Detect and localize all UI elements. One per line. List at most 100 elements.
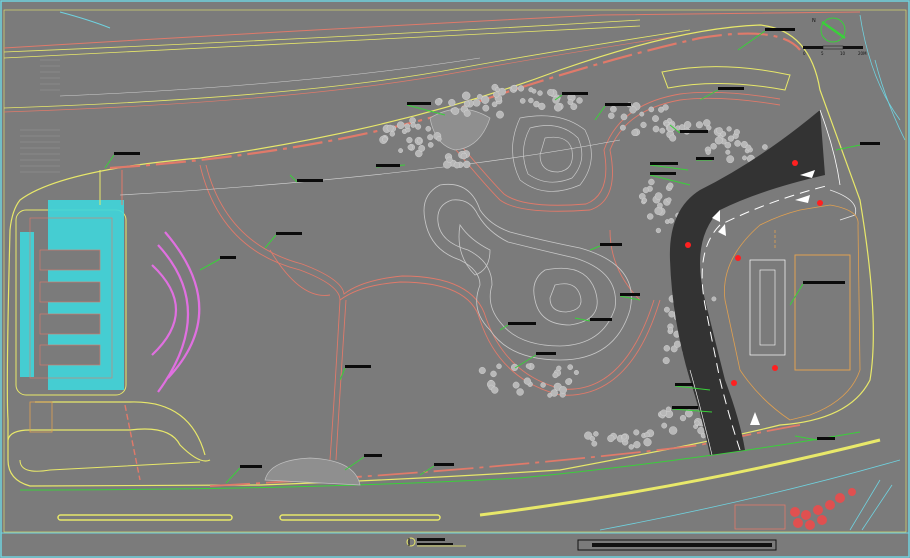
leader-line <box>594 105 606 121</box>
pond <box>423 183 632 361</box>
tree-canopy <box>664 306 670 313</box>
leader-line <box>589 245 601 251</box>
tree-canopy <box>726 126 732 132</box>
tree-canopy <box>620 124 626 131</box>
tree-canopy <box>493 91 500 98</box>
leader-line <box>406 104 446 116</box>
tree-canopy <box>665 406 672 412</box>
tree-canopy <box>668 426 678 435</box>
tree-canopy <box>661 422 668 429</box>
tree-canopy <box>710 143 717 150</box>
tree-canopy <box>648 178 655 186</box>
tree-canopy <box>427 134 434 141</box>
label-bar <box>345 365 371 368</box>
tree-canopy <box>667 327 673 333</box>
tree-canopy <box>427 142 434 148</box>
tree-canopy <box>674 340 682 348</box>
bottom-left-plaza <box>7 401 211 481</box>
site-plan-svg: N 0 5 10 20M <box>0 0 910 558</box>
tree-canopy <box>608 112 615 120</box>
leader-line <box>789 283 804 306</box>
label-bar <box>765 28 795 31</box>
tree-canopy <box>725 149 731 155</box>
tree-canopy <box>463 160 471 169</box>
label-bar <box>590 318 612 321</box>
top-right-curve <box>859 14 901 121</box>
tree-canopy <box>659 127 666 134</box>
tree-canopy <box>517 85 525 92</box>
tree-canopy <box>706 125 712 131</box>
magenta-arcs <box>151 231 201 393</box>
drawing-frame <box>0 0 910 558</box>
leader-line <box>835 144 861 151</box>
tree-canopy <box>559 386 567 394</box>
label-bar <box>817 437 835 440</box>
top-street-line-2 <box>3 19 641 53</box>
tree-canopy <box>463 109 471 117</box>
tree-canopy <box>434 98 442 106</box>
tree-canopy <box>631 129 639 137</box>
tree-canopy <box>695 121 703 129</box>
mid-street-line-2 <box>3 33 691 113</box>
tree-canopy <box>640 121 647 129</box>
label-bar <box>675 383 693 386</box>
label-bar <box>114 152 140 155</box>
tree-canopy <box>628 444 634 450</box>
tree-canopy <box>407 144 413 151</box>
tree-canopy <box>724 141 732 149</box>
leader-line <box>794 435 818 441</box>
tree-canopy <box>512 381 520 389</box>
tree-canopy <box>669 134 677 142</box>
tree-canopy <box>705 149 711 155</box>
label-bar <box>650 172 676 175</box>
leader-line <box>199 258 221 271</box>
tree-canopy <box>495 87 500 93</box>
tree-canopy <box>629 106 637 114</box>
tree-canopy <box>742 155 747 161</box>
tree-canopy <box>633 441 641 449</box>
label-bar <box>600 243 622 246</box>
tree-canopy <box>610 105 617 113</box>
tree-canopy <box>490 370 497 378</box>
tree-canopy <box>386 124 394 132</box>
label-bar <box>605 103 631 106</box>
tree-canopy <box>652 115 659 123</box>
tree-canopy <box>463 100 470 107</box>
tree-canopy <box>716 127 723 134</box>
tree-canopy <box>668 217 675 224</box>
svg-text:N: N <box>812 18 816 24</box>
tree-canopy <box>448 98 456 107</box>
bottom-street-yellow-1 <box>479 438 881 517</box>
leader-line <box>419 465 435 476</box>
left-building <box>15 170 127 396</box>
label-bar <box>620 293 640 296</box>
tree-canopy <box>436 136 442 142</box>
tree-canopy <box>683 121 692 129</box>
tree-canopy <box>404 123 410 129</box>
label-bar <box>696 157 714 160</box>
tree-canopy <box>573 370 579 376</box>
court-area <box>724 204 861 421</box>
label-bar <box>562 92 588 95</box>
tree-canopy <box>496 110 504 119</box>
tree-canopy <box>525 363 532 369</box>
tree-canopy <box>547 392 553 398</box>
tree-canopy <box>510 363 519 372</box>
label-bar <box>434 463 454 466</box>
label-bar <box>407 102 431 105</box>
tree-canopy <box>639 111 645 117</box>
label-bar <box>376 164 400 167</box>
tree-canopy <box>711 296 717 302</box>
tree-canopy <box>655 227 662 234</box>
tree-canopy <box>406 137 413 144</box>
label-bar <box>672 406 698 409</box>
inner-walk-white <box>119 139 621 196</box>
tree-canopy <box>576 97 583 104</box>
tree-canopy <box>417 138 423 144</box>
tree-canopy <box>620 113 628 121</box>
top-bench <box>661 66 791 91</box>
tree-canopy <box>679 415 687 422</box>
svg-text:5: 5 <box>821 51 824 56</box>
label-bar <box>297 179 323 182</box>
tree-canopy <box>478 367 486 375</box>
